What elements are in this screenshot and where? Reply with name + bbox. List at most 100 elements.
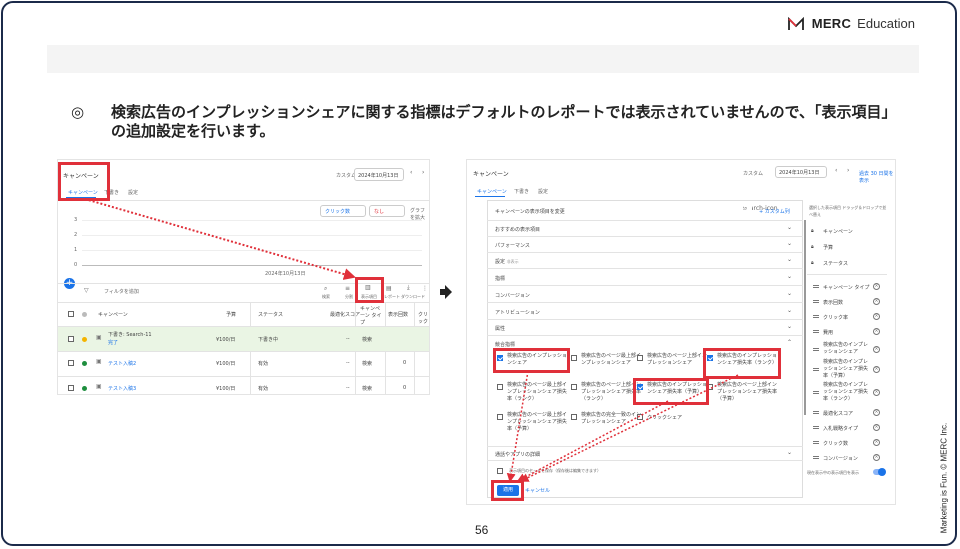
- selected-item[interactable]: 検索広告のインプレッションシェア: [823, 342, 871, 356]
- drag-handle-icon[interactable]: [813, 285, 819, 288]
- shot1-next-icon[interactable]: ›: [422, 169, 424, 176]
- shot2-date-select[interactable]: 2024年10月13日: [775, 166, 827, 178]
- drag-handle-icon[interactable]: [813, 456, 819, 459]
- selected-item[interactable]: クリック数: [823, 440, 848, 447]
- chevron-down-icon[interactable]: ⌄: [787, 307, 792, 314]
- drag-handle-icon[interactable]: [813, 441, 819, 444]
- expand-chart[interactable]: グラフを拡大: [410, 207, 429, 221]
- drag-handle-icon[interactable]: [813, 348, 819, 351]
- shot2-prev-icon[interactable]: ‹: [835, 167, 837, 174]
- option-checkbox[interactable]: [571, 384, 577, 390]
- option-checkbox[interactable]: [571, 414, 577, 420]
- select-all-checkbox[interactable]: [68, 311, 74, 317]
- shot1-date-select[interactable]: 2024年10月13日: [354, 168, 404, 181]
- remove-icon[interactable]: ×: [873, 328, 880, 335]
- option-label[interactable]: 検索広告のページ上部インプレッションシェア: [647, 353, 709, 367]
- drag-handle-icon[interactable]: [813, 368, 819, 371]
- remove-icon[interactable]: ×: [873, 439, 880, 446]
- col-campaign[interactable]: キャンペーン: [98, 311, 128, 318]
- group-performance[interactable]: パフォーマンス: [495, 242, 530, 249]
- chevron-down-icon[interactable]: ⌄: [787, 256, 792, 263]
- col-campaign-type[interactable]: キャンペーン タイプ: [360, 306, 384, 327]
- reports-icon[interactable]: ▤: [386, 285, 392, 292]
- shot1-prev-icon[interactable]: ‹: [410, 169, 412, 176]
- option-checkbox[interactable]: [637, 355, 643, 361]
- more-icon[interactable]: ⋮: [422, 285, 428, 292]
- shot2-tab-campaign[interactable]: キャンペーン: [477, 188, 507, 195]
- chevron-down-icon[interactable]: ⌄: [787, 449, 792, 456]
- save-set-checkbox[interactable]: [497, 468, 503, 474]
- group-competitive[interactable]: 競合指標: [495, 341, 515, 348]
- option-label[interactable]: クリックシェア: [647, 414, 682, 421]
- shot2-next-icon[interactable]: ›: [847, 167, 849, 174]
- remove-icon[interactable]: ×: [873, 366, 880, 373]
- option-checkbox[interactable]: [497, 384, 503, 390]
- col-clicks[interactable]: クリック: [418, 311, 429, 325]
- remove-icon[interactable]: ×: [873, 424, 880, 431]
- search-icon[interactable]: ⌕: [324, 285, 327, 293]
- chevron-down-icon[interactable]: ⌄: [787, 224, 792, 231]
- drag-handle-icon[interactable]: [813, 426, 819, 429]
- chevron-down-icon[interactable]: ⌄: [787, 273, 792, 280]
- option-label[interactable]: 検索広告のページ最上部インプレッションシェア損失率（ランク）: [507, 382, 569, 403]
- row-name[interactable]: 下書き: Search-11: [108, 331, 152, 338]
- selected-item[interactable]: 最適化スコア: [823, 410, 853, 417]
- option-checkbox[interactable]: [571, 355, 577, 361]
- selected-item[interactable]: キャンペーン タイプ: [823, 284, 869, 291]
- shot2-period-link[interactable]: 過去 30 日間を表示: [859, 170, 895, 184]
- selected-item[interactable]: クリック率: [823, 314, 848, 321]
- right-scrollbar[interactable]: [804, 220, 806, 415]
- option-label[interactable]: 検索広告の完全一致のインプレッションシェア: [581, 412, 643, 426]
- group-calls-apps[interactable]: 通話やアプリの詳細: [495, 451, 540, 458]
- group-recommended[interactable]: おすすめの表示項目: [495, 226, 540, 233]
- shot2-tab-drafts[interactable]: 下書き: [514, 188, 529, 195]
- shot2-tab-settings[interactable]: 設定: [538, 188, 548, 195]
- magnifier-icon[interactable]: ⌕: [744, 205, 752, 213]
- chevron-down-icon[interactable]: ⌄: [787, 240, 792, 247]
- col-impr[interactable]: 表示回数: [388, 311, 408, 318]
- remove-icon[interactable]: ×: [873, 313, 880, 320]
- filter-input[interactable]: フィルタを追加: [104, 288, 139, 295]
- chevron-up-icon[interactable]: ⌃: [787, 339, 792, 346]
- segment-icon[interactable]: ≡: [345, 285, 350, 292]
- row-sub[interactable]: 完了: [108, 339, 118, 346]
- filter-icon[interactable]: ▽: [84, 287, 89, 294]
- remove-icon[interactable]: ×: [873, 298, 880, 305]
- remove-icon[interactable]: ×: [873, 409, 880, 416]
- shot1-tab-settings[interactable]: 設定: [128, 189, 138, 196]
- download-icon[interactable]: ⤓: [407, 284, 410, 292]
- option-label[interactable]: 検索広告のページ最上部インプレッションシェア損失率（予算）: [507, 412, 569, 433]
- remove-icon[interactable]: ×: [873, 283, 880, 290]
- selected-item[interactable]: 検索広告のインプレッションシェア損失率（ランク）: [823, 382, 871, 403]
- group-conversions[interactable]: コンバージョン: [495, 292, 530, 299]
- metric-button-none[interactable]: なし: [369, 205, 405, 217]
- option-checkbox[interactable]: [637, 414, 643, 420]
- remove-icon[interactable]: ×: [873, 389, 880, 396]
- selected-item[interactable]: 検索広告のインプレッションシェア損失率（予算）: [823, 359, 871, 380]
- drag-handle-icon[interactable]: [813, 391, 819, 394]
- custom-column-button[interactable]: + カスタム列: [759, 208, 790, 215]
- group-settings[interactable]: 設定 非表示: [495, 258, 519, 265]
- drag-handle-icon[interactable]: [813, 315, 819, 318]
- option-label[interactable]: 検索広告のページ最上部インプレッションシェア: [581, 353, 643, 367]
- show-current-toggle[interactable]: [873, 468, 886, 476]
- row-checkbox[interactable]: [68, 360, 74, 366]
- metric-button-clicks[interactable]: クリック数: [320, 205, 366, 217]
- chevron-down-icon[interactable]: ⌄: [787, 323, 792, 330]
- row-checkbox[interactable]: [68, 336, 74, 342]
- drag-handle-icon[interactable]: [813, 330, 819, 333]
- selected-item[interactable]: 表示回数: [823, 299, 843, 306]
- chevron-down-icon[interactable]: ⌄: [787, 290, 792, 297]
- row-name[interactable]: テスト入稿2: [108, 360, 136, 367]
- selected-item[interactable]: 費用: [823, 329, 833, 336]
- selected-item[interactable]: コンバージョン: [823, 455, 858, 462]
- drag-handle-icon[interactable]: [813, 411, 819, 414]
- group-attributes[interactable]: 属性: [495, 325, 505, 332]
- selected-item[interactable]: 入札戦略タイプ: [823, 425, 858, 432]
- row-name[interactable]: テスト入稿3: [108, 385, 136, 392]
- remove-icon[interactable]: ×: [873, 346, 880, 353]
- drag-handle-icon[interactable]: [813, 300, 819, 303]
- col-status[interactable]: ステータス: [258, 311, 283, 318]
- option-checkbox[interactable]: [497, 414, 503, 420]
- group-metrics[interactable]: 指標: [495, 275, 505, 282]
